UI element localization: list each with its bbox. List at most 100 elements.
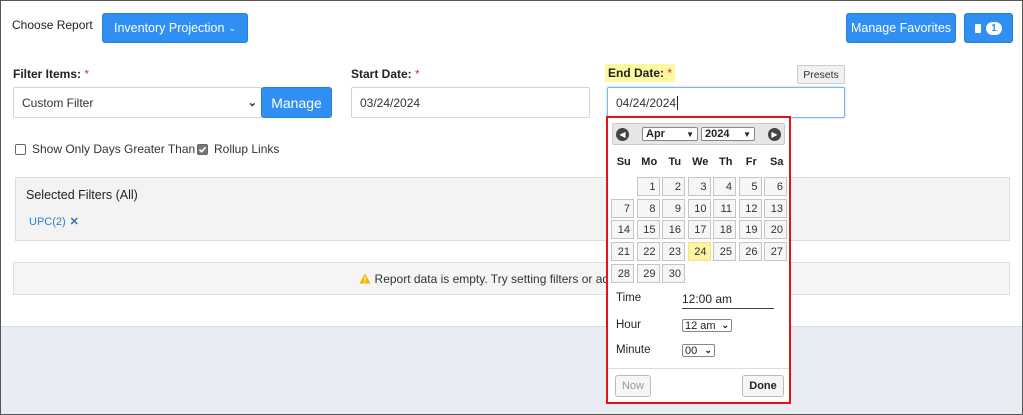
start-date-label: Start Date: [351, 67, 412, 81]
hour-select[interactable]: 12 am ⌄ [682, 319, 732, 332]
chevron-down-icon: ⌄ [721, 320, 729, 330]
weekday-label: We [692, 156, 709, 168]
chevron-down-icon: ▼ [743, 129, 751, 139]
weekday-header: Su Mo Tu We Th Fr Sa [611, 156, 788, 168]
day-cell[interactable]: 22 [636, 242, 660, 262]
day-cell[interactable]: 2 [662, 177, 685, 196]
time-label: Time [616, 292, 642, 304]
day-cell[interactable]: 16 [662, 220, 685, 240]
report-panel: Choose Report Inventory Projection ⌄ Man… [1, 1, 1022, 327]
required-mark: * [667, 66, 673, 80]
day-cell[interactable]: 23 [662, 242, 685, 262]
day-cell-empty [611, 177, 634, 196]
filter-items-select[interactable]: Custom Filter ⌄ [13, 87, 262, 118]
report-dropdown-button[interactable]: Inventory Projection ⌄ [102, 13, 248, 43]
bookmark-icon [975, 23, 982, 33]
selected-filters-panel: Selected Filters (All) UPC(2) ✕ [15, 177, 1010, 241]
day-cell[interactable]: 29 [636, 263, 660, 283]
day-cell[interactable]: 4 [713, 177, 736, 196]
minute-value: 00 [685, 344, 698, 357]
presets-label: Presets [803, 68, 839, 81]
end-date-label: End Date: [608, 66, 665, 80]
day-cell[interactable]: 26 [738, 242, 762, 262]
day-cell[interactable]: 20 [764, 220, 787, 240]
day-cell-selected[interactable]: 24 [687, 242, 711, 262]
month-value: Apr [646, 128, 665, 140]
favorites-count-badge: 1 [986, 21, 1002, 35]
end-date-value: 04/24/2024 [616, 95, 677, 110]
weekday-label: Sa [770, 156, 784, 168]
favorites-count-button[interactable]: 1 [964, 13, 1013, 43]
day-cell[interactable]: 18 [713, 220, 736, 240]
show-only-days-checkbox[interactable]: Show Only Days Greater Than [15, 142, 195, 156]
day-cell[interactable]: 19 [738, 220, 762, 240]
datepicker-footer [608, 368, 789, 369]
day-cell[interactable]: 11 [713, 198, 736, 218]
day-cell[interactable]: 7 [611, 198, 634, 218]
day-cell[interactable]: 28 [611, 263, 634, 283]
empty-report-message: Report data is empty. Try setting filter… [13, 262, 1010, 295]
chevron-down-icon: ⌄ [247, 97, 257, 109]
day-cell[interactable]: 6 [764, 177, 787, 196]
month-select[interactable]: Apr ▼ [642, 127, 698, 141]
weekday-label: Th [719, 156, 733, 168]
day-cell[interactable]: 12 [738, 198, 762, 218]
weekday-label: Tu [668, 156, 682, 168]
manage-button[interactable]: Manage [261, 87, 332, 118]
datepicker-header: ◀ Apr ▼ 2024 ▼ ▶ [612, 123, 785, 145]
rollup-links-label: Rollup Links [214, 142, 280, 156]
minute-select[interactable]: 00 ⌄ [682, 344, 715, 357]
hour-value: 12 am [685, 319, 716, 332]
chevron-down-icon: ▼ [686, 129, 694, 139]
day-cell[interactable]: 25 [713, 242, 736, 262]
filter-items-value: Custom Filter [22, 95, 94, 110]
presets-button[interactable]: Presets [797, 65, 845, 84]
manage-favorites-button[interactable]: Manage Favorites [846, 13, 956, 43]
prev-month-icon[interactable]: ◀ [616, 127, 629, 141]
weekday-label: Mo [641, 156, 658, 168]
end-date-input[interactable]: 04/24/2024 [607, 87, 845, 118]
done-label: Done [749, 380, 777, 392]
check-icon[interactable] [197, 143, 208, 155]
year-select[interactable]: 2024 ▼ [701, 127, 755, 141]
day-cell[interactable]: 3 [687, 177, 711, 196]
upc-filter-chip[interactable]: UPC(2) ✕ [29, 215, 79, 229]
day-cell[interactable]: 17 [687, 220, 711, 240]
warning-icon [359, 273, 371, 284]
day-cell[interactable]: 27 [764, 242, 787, 262]
done-button[interactable]: Done [742, 375, 784, 397]
hour-label: Hour [616, 319, 641, 331]
close-icon[interactable]: ✕ [70, 215, 79, 228]
weekday-label: Su [616, 156, 631, 168]
filter-items-label: Filter Items: [13, 67, 82, 81]
chevron-down-icon: ⌄ [228, 22, 237, 33]
day-cell[interactable]: 13 [764, 198, 787, 218]
day-cell[interactable]: 8 [636, 198, 660, 218]
day-cell[interactable]: 15 [636, 220, 660, 240]
start-date-input[interactable]: 03/24/2024 [351, 87, 590, 118]
day-cell[interactable]: 30 [662, 263, 685, 283]
day-cell[interactable]: 1 [636, 177, 660, 196]
time-value: 12:00 am [682, 292, 774, 309]
filter-items-label-wrap: Filter Items: * [13, 67, 89, 81]
year-value: 2024 [705, 128, 730, 140]
day-cell[interactable]: 5 [738, 177, 762, 196]
required-mark: * [415, 67, 420, 81]
choose-report-label: Choose Report [12, 18, 93, 32]
text-cursor [677, 95, 679, 110]
show-only-days-label: Show Only Days Greater Than [32, 142, 196, 156]
day-cell[interactable]: 21 [611, 242, 634, 262]
weekday-label: Fr [745, 156, 757, 168]
day-cell[interactable]: 9 [662, 198, 685, 218]
next-month-icon[interactable]: ▶ [768, 127, 781, 141]
datepicker-popup: ◀ Apr ▼ 2024 ▼ ▶ Su Mo Tu We Th Fr Sa 12345678… [606, 116, 791, 404]
day-cell[interactable]: 14 [611, 220, 634, 240]
end-date-label-wrap: End Date: * [605, 64, 676, 82]
day-cell[interactable]: 10 [687, 198, 711, 218]
start-date-label-wrap: Start Date: * [351, 67, 420, 81]
upc-filter-chip-label: UPC(2) [29, 215, 66, 228]
checkbox-unchecked[interactable] [15, 143, 26, 155]
minute-label: Minute [616, 344, 651, 356]
now-button[interactable]: Now [615, 375, 651, 397]
rollup-links-checkbox[interactable]: Rollup Links [197, 142, 279, 156]
